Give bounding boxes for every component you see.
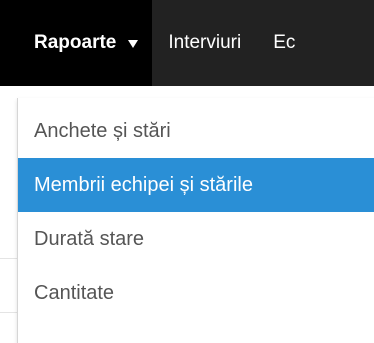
menu-item-anchete-si-stari[interactable]: Anchete și stări	[18, 104, 374, 158]
app-window: Rapoarte Interviuri Ec Anchete și stări …	[0, 0, 374, 343]
menu-item-label: Cantitate	[34, 281, 115, 304]
caret-down-icon	[128, 40, 139, 48]
top-navigation-bar: Rapoarte Interviuri Ec	[0, 0, 374, 86]
nav-item-label: Interviuri	[168, 32, 242, 53]
menu-item-label: Membrii echipei și stările	[34, 173, 253, 196]
nav-item-interviuri[interactable]: Interviuri	[152, 0, 257, 86]
reports-dropdown-menu: Anchete și stări Membrii echipei și stăr…	[17, 98, 374, 343]
background-divider	[0, 258, 17, 259]
nav-item-label: Rapoarte	[34, 32, 117, 53]
menu-item-label: Anchete și stări	[34, 119, 171, 142]
menu-item-membrii-echipei-si-starile[interactable]: Membrii echipei și stările	[18, 158, 374, 212]
nav-item-ec[interactable]: Ec	[257, 0, 311, 86]
menu-item-cantitate[interactable]: Cantitate	[18, 266, 374, 320]
nav-item-rapoarte[interactable]: Rapoarte	[0, 0, 153, 86]
nav-item-label: Ec	[273, 32, 296, 53]
menu-item-label: Durată stare	[34, 227, 145, 250]
background-divider	[0, 312, 17, 313]
menu-item-durata-stare[interactable]: Durată stare	[18, 212, 374, 266]
